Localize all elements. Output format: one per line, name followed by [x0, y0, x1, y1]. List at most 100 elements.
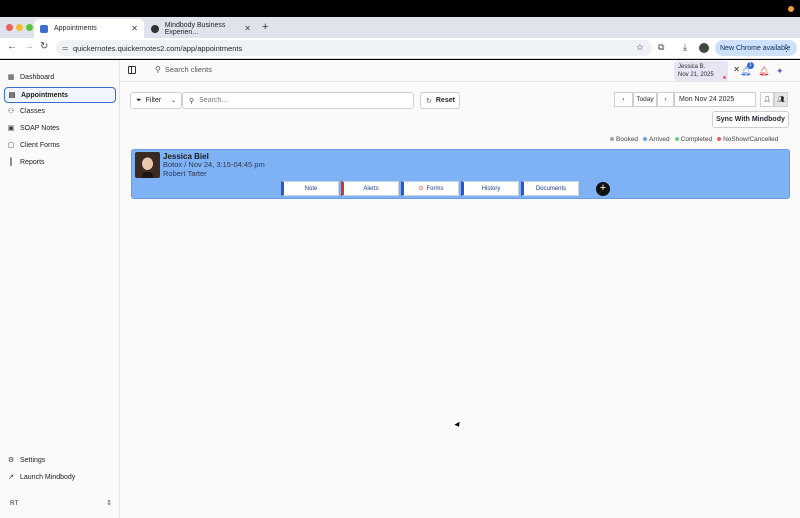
browser-tab-mindbody[interactable]: Mindbody Business Experien... ✕	[145, 19, 257, 38]
sync-mindbody-button[interactable]: Sync With Mindbody	[712, 111, 789, 128]
chip-client-name: Jessica B.	[678, 64, 706, 70]
chevron-down-icon: ⌄	[170, 98, 176, 104]
browser-tab-appointments[interactable]: Appointments ✕	[34, 19, 144, 38]
notes-icon: ▣	[7, 125, 15, 132]
sidebar: ▦ Dashboard ▤ Appointments ⚇ Classes ▣ SOAP …	[0, 60, 120, 518]
sidebar-item-client-forms[interactable]: ▢ Client Forms	[4, 137, 116, 153]
users-icon: ⚇	[7, 108, 15, 115]
app-header: ⚲ Search clients Jessica B. Nov 21, 2025…	[120, 60, 800, 82]
appointment-staff: Robert Tarter	[163, 169, 207, 178]
tab-title: Mindbody Business Experien...	[164, 21, 226, 36]
legend-arrived: Arrived	[643, 136, 670, 143]
add-action-button[interactable]: +	[596, 182, 610, 196]
sparkle-icon[interactable]: ✦	[776, 66, 784, 77]
prev-day-button[interactable]: ‹	[614, 92, 633, 107]
sidebar-item-label: Launch Mindbody	[20, 473, 76, 481]
close-window-button[interactable]	[6, 24, 13, 31]
note-button[interactable]: Note	[281, 181, 339, 196]
alerts-button[interactable]: Alerts	[341, 181, 399, 196]
legend-noshow: NoShow/Cancelled	[717, 136, 778, 143]
profile-avatar[interactable]	[699, 43, 709, 53]
sidebar-item-appointments[interactable]: ▤ Appointments	[4, 87, 116, 103]
filter-label: Filter	[145, 97, 162, 104]
forms-button[interactable]: ⊙ Forms	[401, 181, 459, 196]
documents-button[interactable]: Documents	[521, 181, 579, 196]
sidebar-item-label: Appointments	[21, 91, 69, 99]
close-icon[interactable]: ✕	[733, 66, 740, 74]
sidebar-item-classes[interactable]: ⚇ Classes	[4, 103, 116, 119]
sidebar-item-label: Reports	[20, 158, 45, 166]
new-tab-icon[interactable]: +	[262, 21, 268, 33]
cast-icon[interactable]: ⧉	[658, 42, 664, 53]
sidebar-item-soap-notes[interactable]: ▣ SOAP Notes	[4, 120, 116, 136]
history-button[interactable]: History	[461, 181, 519, 196]
tab-favicon-icon	[40, 24, 48, 33]
appointment-service: Botox / Nov 24, 3:15-04:45 pm	[163, 160, 265, 169]
star-icon[interactable]: ☆	[636, 42, 644, 53]
tab-title: Appointments	[54, 25, 97, 32]
tab-close-icon[interactable]: ✕	[131, 24, 138, 33]
recording-indicator	[788, 6, 794, 12]
search-clients-placeholder: Search clients	[164, 65, 212, 74]
status-dot	[723, 76, 726, 79]
appointments-toolbar: ⏷ Filter ⌄ ⚲ ↻ Reset ‹ Today › Mon Nov 2…	[130, 92, 790, 110]
refresh-icon: ↻	[426, 97, 432, 105]
active-client-chip[interactable]: Jessica B. Nov 21, 2025 ✕	[674, 61, 740, 81]
forward-icon[interactable]: →	[24, 41, 34, 52]
chip-client-date: Nov 21, 2025	[678, 72, 714, 78]
alert-bell-icon[interactable]: 🔔︎	[758, 66, 769, 77]
search-icon: ⚲	[189, 97, 195, 105]
appointment-card[interactable]: Jessica Biel Botox / Nov 24, 3:15-04:45 …	[131, 149, 790, 199]
search-input[interactable]	[199, 97, 400, 104]
back-icon[interactable]: ←	[7, 41, 17, 52]
multi-user-view-icon[interactable]: 👥︎	[774, 92, 788, 107]
gear-icon: ⚙	[7, 457, 15, 464]
sidebar-item-reports[interactable]: ┃ Reports	[4, 154, 116, 170]
chevron-updown-icon: ⇕	[106, 500, 112, 507]
filter-button[interactable]: ⏷ Filter ⌄	[130, 92, 182, 109]
reset-label: Reset	[435, 97, 455, 104]
search-clients-input[interactable]: ⚲ Search clients	[155, 65, 212, 74]
filter-icon: ⏷	[136, 96, 142, 104]
menu-dots-icon[interactable]: ⋮	[782, 43, 791, 54]
sidebar-item-label: Classes	[20, 107, 45, 115]
tab-favicon-icon	[151, 24, 159, 33]
sidebar-item-label: SOAP Notes	[20, 124, 60, 132]
site-info-icon[interactable]: ⚌	[62, 44, 68, 52]
download-icon[interactable]: ⤓	[683, 42, 687, 53]
client-avatar	[135, 152, 160, 178]
new-chrome-button[interactable]: New Chrome available ⋮	[715, 40, 797, 56]
sidebar-item-label: Dashboard	[20, 73, 55, 81]
forms-icon: ⊙	[418, 186, 424, 192]
url-bar[interactable]: ⚌ quickernotes.quickernotes2.com/app/app…	[56, 40, 652, 56]
os-top-bar	[0, 0, 800, 17]
minimize-window-button[interactable]	[16, 24, 23, 31]
sidebar-item-launch-mindbody[interactable]: ↗ Launch Mindbody	[4, 469, 116, 485]
next-day-button[interactable]: ›	[657, 92, 674, 107]
view-toggle: 👤︎ 👥︎	[760, 92, 788, 107]
search-icon: ⚲	[155, 65, 161, 74]
user-initials: RT	[10, 499, 19, 507]
reload-icon[interactable]: ↻	[40, 41, 48, 52]
maximize-window-button[interactable]	[26, 24, 33, 31]
date-field[interactable]: Mon Nov 24 2025	[674, 92, 756, 107]
sidebar-item-settings[interactable]: ⚙ Settings	[4, 452, 116, 468]
sidebar-item-label: Client Forms	[20, 141, 60, 149]
legend-completed: Completed	[674, 136, 712, 143]
appointment-search[interactable]: ⚲	[182, 92, 414, 109]
sidebar-item-dashboard[interactable]: ▦ Dashboard	[4, 69, 116, 85]
single-user-view-icon[interactable]: 👤︎	[760, 92, 774, 107]
notification-badge: 1	[747, 62, 754, 69]
new-chrome-label: New Chrome available	[720, 44, 791, 52]
app-window: ▦ Dashboard ▤ Appointments ⚇ Classes ▣ SOAP …	[0, 60, 800, 518]
legend-booked: Booked	[610, 136, 638, 143]
form-icon: ▢	[7, 142, 15, 149]
url-text: quickernotes.quickernotes2.com/app/appoi…	[73, 43, 243, 53]
sidebar-item-label: Settings	[20, 456, 46, 464]
sidebar-toggle-icon[interactable]	[128, 66, 136, 74]
tab-close-icon[interactable]: ✕	[244, 24, 251, 33]
user-menu[interactable]: RT ⇕	[4, 496, 116, 510]
reset-button[interactable]: ↻ Reset	[420, 92, 460, 109]
today-button[interactable]: Today	[633, 92, 657, 107]
date-navigator: ‹ Today ›	[614, 92, 674, 107]
